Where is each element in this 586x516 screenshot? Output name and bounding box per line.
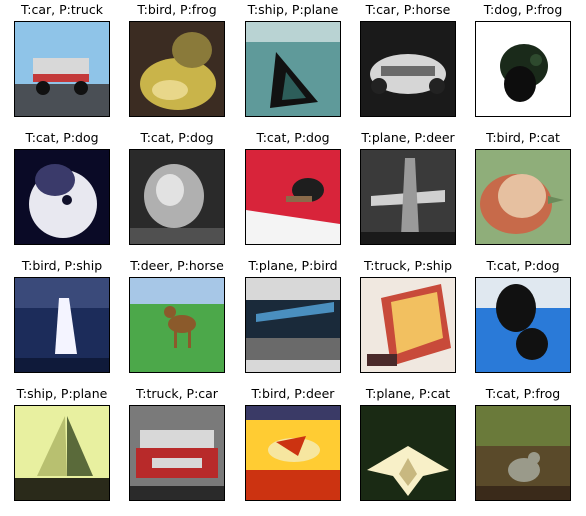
sample-image-canvas [15,22,109,116]
sample-panel: T:cat, P:frog [475,384,571,504]
sample-image [475,277,571,373]
panel-title: T:truck, P:car [136,386,218,401]
sample-image-canvas [246,150,340,244]
sample-panel: T:cat, P:dog [14,128,110,248]
sample-image-canvas [476,22,570,116]
sample-image-canvas [361,150,455,244]
panel-title: T:bird, P:deer [251,386,335,401]
sample-panel: T:bird, P:ship [14,256,110,376]
sample-panel: T:plane, P:bird [245,256,341,376]
sample-panel: T:car, P:truck [14,0,110,120]
panel-title: T:cat, P:dog [486,258,560,273]
sample-image [245,405,341,501]
sample-panel: T:plane, P:deer [360,128,456,248]
sample-image [14,405,110,501]
sample-image-canvas [15,278,109,372]
sample-panel: T:dog, P:frog [475,0,571,120]
sample-image-canvas [130,22,224,116]
sample-image-canvas [246,406,340,500]
panel-title: T:plane, P:deer [361,130,455,145]
panel-title: T:ship, P:plane [247,2,339,17]
sample-image [245,21,341,117]
sample-image [129,405,225,501]
sample-image [129,21,225,117]
sample-panel: T:truck, P:car [129,384,225,504]
sample-image [475,21,571,117]
sample-panel: T:bird, P:deer [245,384,341,504]
panel-title: T:car, P:horse [365,2,451,17]
panel-title: T:bird, P:frog [137,2,217,17]
sample-image-canvas [361,278,455,372]
panel-title: T:plane, P:bird [248,258,338,273]
panel-title: T:bird, P:cat [486,130,560,145]
panel-title: T:plane, P:cat [365,386,451,401]
sample-image-canvas [130,150,224,244]
sample-panel: T:car, P:horse [360,0,456,120]
sample-image [14,149,110,245]
sample-image-canvas [361,22,455,116]
sample-image [14,21,110,117]
sample-image-canvas [246,278,340,372]
panel-title: T:cat, P:dog [140,130,214,145]
sample-image [360,405,456,501]
sample-image-canvas [130,278,224,372]
sample-panel: T:deer, P:horse [129,256,225,376]
sample-panel: T:cat, P:dog [475,256,571,376]
sample-panel: T:ship, P:plane [14,384,110,504]
panel-title: T:car, P:truck [21,2,103,17]
sample-panel: T:truck, P:ship [360,256,456,376]
sample-image-canvas [361,406,455,500]
sample-image [360,21,456,117]
sample-image-canvas [476,278,570,372]
sample-image [360,149,456,245]
sample-image-canvas [130,406,224,500]
sample-panel: T:plane, P:cat [360,384,456,504]
sample-image-canvas [476,150,570,244]
sample-panel: T:cat, P:dog [129,128,225,248]
sample-image-canvas [246,22,340,116]
sample-image [475,405,571,501]
panel-title: T:ship, P:plane [16,386,108,401]
panel-title: T:cat, P:frog [485,386,561,401]
sample-image [245,149,341,245]
sample-panel: T:cat, P:dog [245,128,341,248]
sample-image [475,149,571,245]
sample-panel: T:bird, P:cat [475,128,571,248]
sample-panel: T:bird, P:frog [129,0,225,120]
panel-title: T:cat, P:dog [25,130,99,145]
prediction-grid: T:car, P:truck T:bird, P:frog T:ship, P:pl… [0,0,586,516]
sample-image-canvas [15,150,109,244]
panel-title: T:deer, P:horse [130,258,224,273]
sample-image [245,277,341,373]
sample-image-canvas [15,406,109,500]
panel-title: T:bird, P:ship [21,258,103,273]
sample-image [14,277,110,373]
panel-title: T:dog, P:frog [483,2,563,17]
panel-title: T:truck, P:ship [363,258,453,273]
sample-image-canvas [476,406,570,500]
panel-title: T:cat, P:dog [256,130,330,145]
sample-image [129,277,225,373]
sample-panel: T:ship, P:plane [245,0,341,120]
sample-image [129,149,225,245]
sample-image [360,277,456,373]
